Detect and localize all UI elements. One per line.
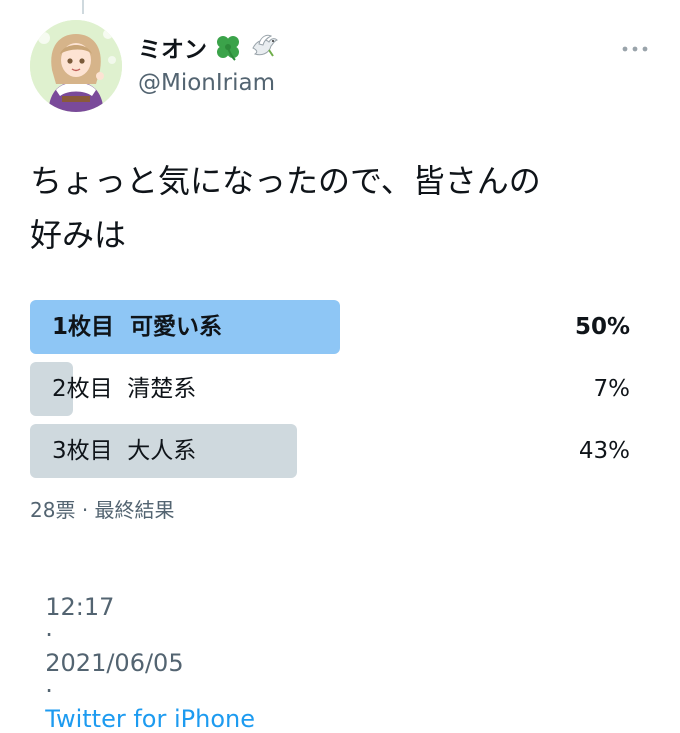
tweet-time[interactable]: 12:17 <box>45 593 114 621</box>
timestamp-separator: · <box>45 677 53 705</box>
thread-connector-line <box>82 0 84 14</box>
poll-option-1[interactable]: 1枚目 可愛い系 50% <box>30 300 630 354</box>
poll-option-2[interactable]: 2枚目 清楚系 7% <box>30 362 630 416</box>
poll-meta-separator: · <box>81 498 89 522</box>
poll-status: 最終結果 <box>94 498 175 522</box>
timestamp-separator: · <box>45 621 53 649</box>
tweet-source-link[interactable]: Twitter for iPhone <box>45 705 255 733</box>
poll-vote-count: 28票 <box>30 498 76 522</box>
tweet-text: ちょっと気になったので、皆さんの 好みは <box>30 162 541 254</box>
tweet-date[interactable]: 2021/06/05 <box>45 649 183 677</box>
poll-option-label: 1枚目 可愛い系 <box>52 314 223 340</box>
author-handle[interactable]: @MionIriam <box>138 70 275 96</box>
poll-option-percent: 7% <box>593 376 631 402</box>
poll-option-3[interactable]: 3枚目 大人系 43% <box>30 424 630 478</box>
avatar-illustration <box>30 20 122 112</box>
dove-icon <box>252 34 278 57</box>
poll-option-percent: 43% <box>578 438 630 464</box>
author-display-name[interactable]: ミオン <box>138 30 207 64</box>
author-name-row[interactable]: ミオン <box>138 30 279 64</box>
poll-option-label: 2枚目 清楚系 <box>52 376 197 402</box>
poll-option-label: 3枚目 大人系 <box>52 438 197 464</box>
poll-option-percent: 50% <box>574 314 630 340</box>
four-leaf-clover-icon <box>217 36 239 61</box>
more-options-icon[interactable] <box>620 42 650 56</box>
poll: 1枚目 可愛い系 50% 2枚目 清楚系 7% 3枚目 大人系 43% <box>30 300 630 486</box>
avatar[interactable] <box>30 20 122 112</box>
timestamp-row: 12:17 · 2021/06/05 · Twitter for iPhone <box>30 565 255 733</box>
poll-meta: 28票 · 最終結果 <box>30 494 175 523</box>
